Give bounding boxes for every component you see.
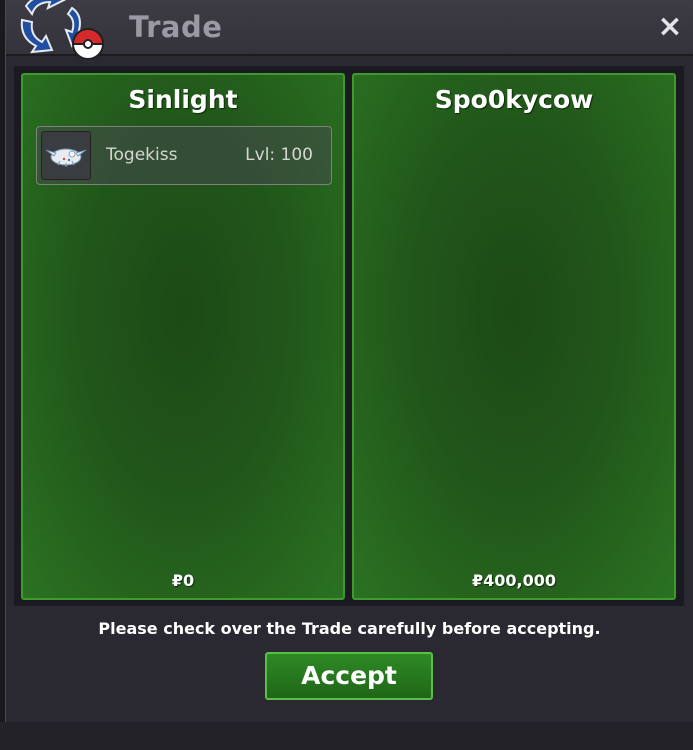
bottom-strip	[0, 722, 693, 750]
my-offer-panel: Sinlight Togekiss Lvl: 100 ₽0	[21, 73, 345, 600]
partner-money-offer: ₽400,000	[471, 571, 556, 590]
partner-trainer-name: Spo0kycow	[434, 85, 594, 114]
my-trainer-name: Sinlight	[128, 85, 238, 114]
accept-button[interactable]: Accept	[265, 652, 433, 700]
pokemon-level: Lvl: 100	[245, 145, 313, 165]
trade-panels: Sinlight Togekiss Lvl: 100 ₽0 Spo0kycow …	[14, 66, 684, 606]
trade-arrows-pokeball-icon	[12, 0, 116, 66]
trade-window: Trade × Sinlight Togekiss Lvl: 100 ₽0 Sp…	[5, 0, 693, 722]
togekiss-icon	[41, 131, 91, 180]
partner-offer-panel: Spo0kycow ₽400,000	[352, 73, 676, 600]
trade-notice: Please check over the Trade carefully be…	[98, 619, 601, 638]
close-button[interactable]: ×	[655, 12, 685, 42]
my-money-offer: ₽0	[171, 571, 195, 590]
pokemon-name: Togekiss	[106, 145, 178, 165]
window-title: Trade	[129, 10, 223, 44]
offered-pokemon-row[interactable]: Togekiss Lvl: 100	[36, 126, 332, 185]
